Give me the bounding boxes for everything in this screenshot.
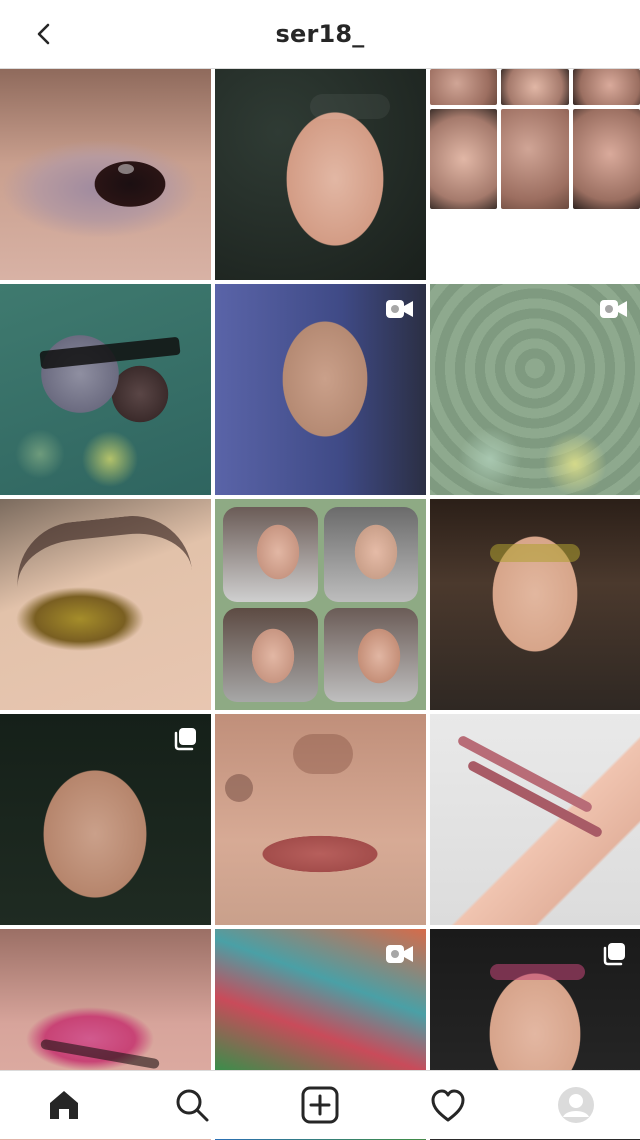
collage-cell xyxy=(223,607,318,702)
nav-activity[interactable] xyxy=(418,1075,478,1135)
collage-cell xyxy=(430,69,498,105)
grid-post-1[interactable] xyxy=(0,69,211,280)
back-button[interactable] xyxy=(28,18,60,50)
video-badge xyxy=(384,296,416,322)
grid-post-5[interactable] xyxy=(215,284,426,495)
collage xyxy=(215,499,426,710)
video-icon xyxy=(386,300,413,318)
grid-post-2[interactable] xyxy=(215,69,426,280)
home-icon xyxy=(50,1091,78,1119)
nav-home[interactable] xyxy=(34,1075,94,1135)
collage-top-row xyxy=(430,69,640,105)
carousel-icon xyxy=(174,728,196,751)
carousel-badge xyxy=(598,941,630,967)
grid-post-11[interactable] xyxy=(215,714,426,925)
bottom-navigation xyxy=(0,1070,640,1139)
page-title: ser18_ xyxy=(275,20,365,48)
collage-cell xyxy=(501,109,569,209)
video-icon xyxy=(386,945,413,963)
add-post-icon xyxy=(301,1086,339,1124)
grid-post-7[interactable] xyxy=(0,499,211,710)
grid-post-8[interactable] xyxy=(215,499,426,710)
video-badge xyxy=(598,296,630,322)
posts-grid xyxy=(0,69,640,1140)
video-icon xyxy=(600,300,627,318)
grid-post-6[interactable] xyxy=(430,284,640,495)
nav-search[interactable] xyxy=(162,1075,222,1135)
top-bar: ser18_ xyxy=(0,0,640,69)
carousel-badge xyxy=(169,726,201,752)
chevron-left-icon xyxy=(37,23,50,45)
profile-avatar xyxy=(558,1087,594,1123)
collage-bottom-row xyxy=(430,109,640,209)
collage-cell xyxy=(223,507,318,602)
collage-cell xyxy=(430,109,498,209)
collage-cell xyxy=(323,607,418,702)
heart-icon xyxy=(431,1089,465,1122)
collage-grid xyxy=(223,507,418,702)
collage-cell xyxy=(572,109,640,209)
grid-post-4[interactable] xyxy=(0,284,211,495)
collage-cell xyxy=(572,69,640,105)
grid-post-10[interactable] xyxy=(0,714,211,925)
carousel-icon xyxy=(603,943,625,966)
search-icon xyxy=(176,1089,209,1122)
grid-post-3[interactable] xyxy=(430,69,640,280)
nav-profile[interactable] xyxy=(546,1075,606,1135)
video-badge xyxy=(384,941,416,967)
collage xyxy=(430,69,640,280)
collage-cell xyxy=(501,69,569,105)
grid-post-9[interactable] xyxy=(430,499,640,710)
collage-cell xyxy=(323,507,418,602)
grid-post-12[interactable] xyxy=(430,714,640,925)
nav-add-post[interactable] xyxy=(290,1075,350,1135)
